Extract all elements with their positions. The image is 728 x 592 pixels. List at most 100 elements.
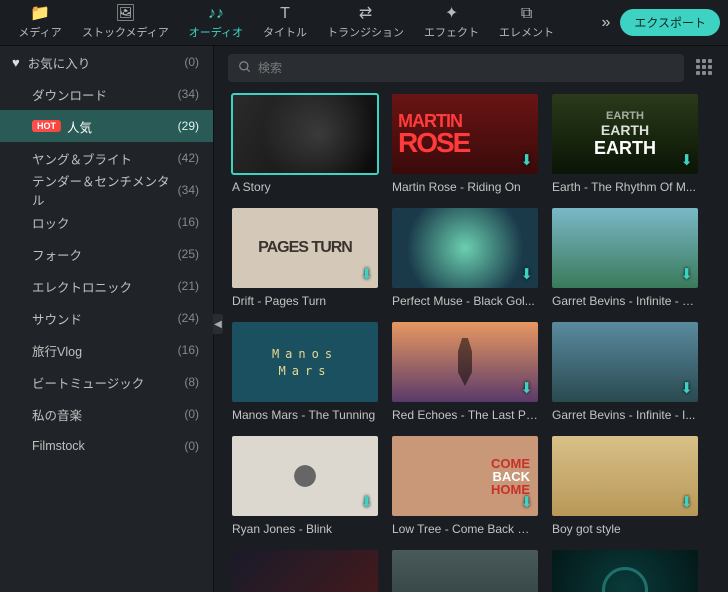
sidebar-item-label: フォーク — [32, 245, 178, 264]
results-grid: A StoryMARTINROSE⬇ Martin Rose - Riding O… — [232, 94, 714, 592]
tab-icon: T — [280, 6, 290, 22]
audio-card[interactable]: ⬇ Perfect Muse - Black Gol... — [392, 208, 538, 308]
thumbnail[interactable]: ⬇ — [552, 322, 698, 402]
sidebar-item-label: 人気 — [67, 117, 178, 136]
card-title: Drift - Pages Turn — [232, 294, 378, 308]
thumbnail[interactable] — [552, 550, 698, 592]
card-title: Boy got style — [552, 522, 698, 536]
audio-card[interactable]: ⬇ Garret Bevins - Infinite - I... — [552, 322, 698, 422]
sidebar-item-6[interactable]: フォーク(25) — [0, 238, 213, 270]
tab-label: エレメント — [499, 24, 554, 40]
thumbnail[interactable]: ⬇ — [232, 436, 378, 516]
sidebar-item-count: (0) — [184, 439, 199, 453]
view-toggle-grid-icon[interactable] — [696, 59, 714, 77]
tab-5[interactable]: ✦ エフェクト — [416, 2, 487, 44]
sidebar-item-count: (21) — [178, 279, 199, 293]
tab-1[interactable]: 🖼ストックメディア — [74, 2, 177, 44]
sidebar-item-11[interactable]: 私の音楽(0) — [0, 398, 213, 430]
sidebar-item-5[interactable]: ロック(16) — [0, 206, 213, 238]
tab-label: エフェクト — [424, 24, 479, 40]
download-icon[interactable]: ⬇ — [520, 265, 533, 283]
tab-4[interactable]: ⇄トランジション — [319, 2, 412, 44]
sidebar-item-4[interactable]: テンダー＆センチメンタル(34) — [0, 174, 213, 206]
card-title: Martin Rose - Riding On — [392, 180, 538, 194]
download-icon[interactable]: ⬇ — [520, 151, 533, 169]
sidebar-item-label: ロック — [32, 213, 178, 232]
sidebar-item-12[interactable]: Filmstock(0) — [0, 430, 213, 462]
export-button[interactable]: エクスポート — [620, 9, 720, 36]
audio-card[interactable]: ⬇Red Echoes - The Last Par... — [392, 322, 538, 422]
search-input[interactable] — [258, 61, 674, 75]
thumbnail[interactable] — [232, 94, 378, 174]
audio-card[interactable] — [552, 550, 698, 592]
tab-icon: 🖼 — [115, 6, 135, 22]
card-title: Perfect Muse - Black Gol... — [392, 294, 538, 308]
audio-card[interactable]: ⬇ Garret Bevins - Infinite - S... — [552, 208, 698, 308]
thumbnail[interactable]: ⬇ — [392, 322, 538, 402]
sidebar-item-count: (34) — [178, 183, 199, 197]
thumbnail[interactable]: PAGES TURN⬇ — [232, 208, 378, 288]
card-title: Low Tree - Come Back Ho... — [392, 522, 538, 536]
thumbnail[interactable] — [392, 550, 538, 592]
download-icon[interactable]: ⬇ — [520, 379, 533, 397]
sidebar-item-label: 旅行Vlog — [32, 341, 178, 360]
download-icon[interactable]: ⬇ — [680, 379, 693, 397]
search-box[interactable] — [228, 54, 684, 82]
sidebar-item-3[interactable]: ヤング＆ブライト(42) — [0, 142, 213, 174]
audio-card[interactable]: ManosMarsManos Mars - The Tunning — [232, 322, 378, 422]
card-title: Garret Bevins - Infinite - S... — [552, 294, 698, 308]
audio-card[interactable] — [232, 550, 378, 592]
audio-card[interactable]: MARTINROSE⬇ Martin Rose - Riding On — [392, 94, 538, 194]
tab-icon: ✦ — [445, 6, 458, 22]
tab-icon: ⇄ — [359, 6, 372, 22]
hot-badge: HOT — [32, 120, 61, 132]
sidebar-item-7[interactable]: エレクトロニック(21) — [0, 270, 213, 302]
more-tabs-button[interactable]: » — [591, 8, 620, 38]
sidebar-item-label: サウンド — [32, 309, 178, 328]
tab-2[interactable]: ♪♪オーディオ — [181, 2, 251, 44]
tab-6[interactable]: ⧉エレメント — [491, 2, 562, 44]
audio-card[interactable]: PAGES TURN⬇ Drift - Pages Turn — [232, 208, 378, 308]
download-icon[interactable]: ⬇ — [360, 265, 373, 283]
body: ♥お気に入り(0)ダウンロード(34) HOT 人気(29) ヤング＆ブライト(42)… — [0, 46, 728, 592]
sidebar-item-count: (42) — [178, 151, 199, 165]
card-title: Ryan Jones - Blink — [232, 522, 378, 536]
audio-card[interactable]: ⬇ Boy got style — [552, 436, 698, 536]
thumbnail[interactable]: COMEBACKHOME⬇ — [392, 436, 538, 516]
sidebar-item-9[interactable]: 旅行Vlog(16) — [0, 334, 213, 366]
sidebar-item-label: ビートミュージック — [32, 373, 184, 392]
audio-card[interactable]: EARTHEARTHEARTH⬇Earth - The Rhythm Of M.… — [552, 94, 698, 194]
sidebar-item-label: エレクトロニック — [32, 277, 178, 296]
thumbnail[interactable]: EARTHEARTHEARTH⬇ — [552, 94, 698, 174]
tab-0[interactable]: 📁メディア — [10, 2, 70, 44]
sidebar-item-1[interactable]: ダウンロード(34) — [0, 78, 213, 110]
sidebar-item-count: (29) — [178, 119, 199, 133]
tab-3[interactable]: Tタイトル — [255, 2, 315, 44]
audio-card[interactable]: A Story — [232, 94, 378, 194]
thumbnail[interactable]: ⬇ — [552, 436, 698, 516]
search-icon — [238, 60, 252, 77]
download-icon[interactable]: ⬇ — [680, 265, 693, 283]
thumbnail[interactable]: MARTINROSE⬇ — [392, 94, 538, 174]
sidebar-item-count: (34) — [178, 87, 199, 101]
sidebar-item-2[interactable]: HOT 人気(29) — [0, 110, 213, 142]
audio-card[interactable]: COMEBACKHOME⬇ Low Tree - Come Back Ho... — [392, 436, 538, 536]
search-row — [214, 46, 728, 90]
thumbnail[interactable]: ManosMars — [232, 322, 378, 402]
download-icon[interactable]: ⬇ — [520, 493, 533, 511]
results-scroll[interactable]: A StoryMARTINROSE⬇ Martin Rose - Riding O… — [214, 90, 728, 592]
thumbnail[interactable] — [232, 550, 378, 592]
audio-card[interactable] — [392, 550, 538, 592]
download-icon[interactable]: ⬇ — [360, 493, 373, 511]
download-icon[interactable]: ⬇ — [680, 493, 693, 511]
audio-card[interactable]: ⬇ Ryan Jones - Blink — [232, 436, 378, 536]
sidebar-item-8[interactable]: サウンド(24) — [0, 302, 213, 334]
collapse-sidebar-handle[interactable]: ◀ — [213, 314, 223, 334]
sidebar-item-10[interactable]: ビートミュージック(8) — [0, 366, 213, 398]
thumbnail[interactable]: ⬇ — [552, 208, 698, 288]
sidebar-item-0[interactable]: ♥お気に入り(0) — [0, 46, 213, 78]
card-title: Garret Bevins - Infinite - I... — [552, 408, 698, 422]
thumbnail[interactable]: ⬇ — [392, 208, 538, 288]
sidebar-item-count: (0) — [184, 55, 199, 69]
download-icon[interactable]: ⬇ — [680, 151, 693, 169]
